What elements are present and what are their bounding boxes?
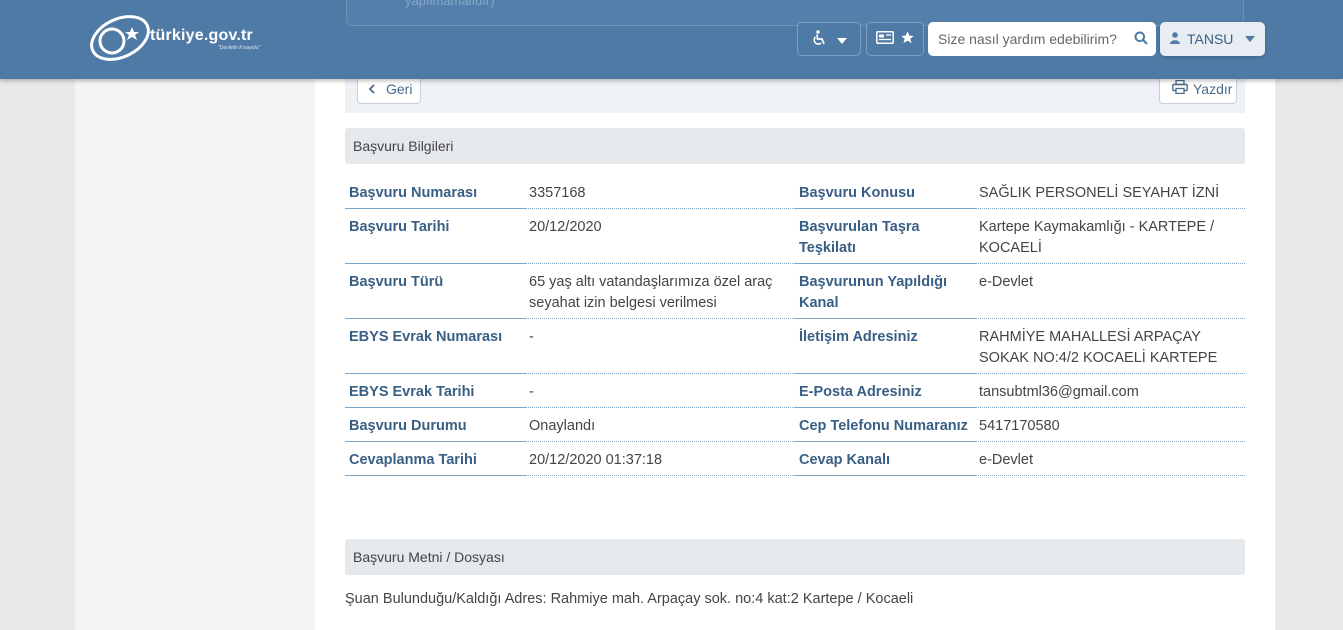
row-value: 5417170580 — [975, 408, 1245, 442]
row-label: Cevaplanma Tarihi — [345, 442, 525, 476]
section-header-info: Başvuru Bilgileri — [345, 128, 1245, 164]
row-value: - — [525, 319, 795, 374]
row-value: tansubtml36@gmail.com — [975, 374, 1245, 408]
application-info-table: Başvuru Numarası 3357168 Başvuru Konusu … — [345, 175, 1245, 476]
row-label: Cep Telefonu Numaranız — [795, 408, 975, 442]
row-label: EBYS Evrak Tarihi — [345, 374, 525, 408]
row-value: Onaylandı — [525, 408, 795, 442]
section-header-text: Başvuru Metni / Dosyası — [345, 539, 1245, 575]
row-label: Başvuru Tarihi — [345, 209, 525, 264]
row-value: Kartepe Kaymakamlığı - KARTEPE / KOCAELİ — [975, 209, 1245, 264]
row-label: Başvuru Numarası — [345, 175, 525, 209]
row-label: Başvuru Durumu — [345, 408, 525, 442]
row-value: e-Devlet — [975, 264, 1245, 319]
scrolled-card-text: yapılmamalıdır) — [405, 0, 495, 8]
row-label: E-Posta Adresiniz — [795, 374, 975, 408]
row-value: 20/12/2020 01:37:18 — [525, 442, 795, 476]
print-icon — [1172, 79, 1188, 97]
id-card-icon — [875, 31, 894, 47]
table-row: Başvuru Türü 65 yaş altı vatandaşlarımız… — [345, 264, 1245, 319]
site-logo[interactable]: türkiye.gov.tr "Devletin Kısayolu" — [88, 14, 298, 64]
application-text: Şuan Bulunduğu/Kaldığı Adres: Rahmiye ma… — [345, 591, 914, 607]
row-value: 3357168 — [525, 175, 795, 209]
search-icon[interactable] — [1134, 31, 1148, 48]
user-name: TANSU — [1187, 31, 1234, 47]
table-row: Cevaplanma Tarihi 20/12/2020 01:37:18 Ce… — [345, 442, 1245, 476]
table-row: Başvuru Tarihi 20/12/2020 Başvurulan Taş… — [345, 209, 1245, 264]
table-row: EBYS Evrak Tarihi - E-Posta Adresiniz ta… — [345, 374, 1245, 408]
top-header: yapılmamalıdır) türkiye.gov.tr "Devletin… — [0, 0, 1343, 79]
search-input[interactable] — [938, 31, 1134, 47]
logo-text: türkiye.gov.tr — [150, 27, 253, 44]
chevron-left-icon — [368, 81, 376, 97]
table-row: EBYS Evrak Numarası - İletişim Adresiniz… — [345, 319, 1245, 374]
logo-subtitle: "Devletin Kısayolu" — [218, 45, 261, 51]
row-label: Başvuru Konusu — [795, 175, 975, 209]
row-value: - — [525, 374, 795, 408]
row-label: Başvurulan Taşra Teşkilatı — [795, 209, 975, 264]
section-title-info: Başvuru Bilgileri — [353, 138, 454, 154]
row-label: İletişim Adresiniz — [795, 319, 975, 374]
action-bar: Geri Yazdır — [345, 73, 1245, 113]
section-title-text: Başvuru Metni / Dosyası — [353, 549, 505, 565]
back-label: Geri — [386, 80, 413, 97]
row-value: 65 yaş altı vatandaşlarımıza özel araç s… — [525, 264, 795, 319]
page-background — [1275, 79, 1343, 630]
accessibility-button[interactable] — [797, 22, 861, 56]
row-value: 20/12/2020 — [525, 209, 795, 264]
user-menu-button[interactable]: TANSU — [1160, 22, 1265, 56]
left-sidebar — [75, 79, 315, 630]
search-box[interactable] — [928, 22, 1156, 56]
print-label: Yazdır — [1193, 80, 1233, 97]
favorites-button[interactable] — [866, 22, 924, 56]
row-value: e-Devlet — [975, 442, 1245, 476]
table-row: Başvuru Durumu Onaylandı Cep Telefonu Nu… — [345, 408, 1245, 442]
row-value: SAĞLIK PERSONELİ SEYAHAT İZNİ — [975, 175, 1245, 209]
row-label: Başvuru Türü — [345, 264, 525, 319]
wheelchair-icon — [811, 29, 827, 49]
row-value: RAHMİYE MAHALLESİ ARPAÇAY SOKAK NO:4/2 K… — [975, 319, 1245, 374]
row-label: Cevap Kanalı — [795, 442, 975, 476]
row-label: Başvurunun Yapıldığı Kanal — [795, 264, 975, 319]
row-label: EBYS Evrak Numarası — [345, 319, 525, 374]
table-row: Başvuru Numarası 3357168 Başvuru Konusu … — [345, 175, 1245, 209]
caret-down-icon — [837, 31, 847, 47]
main-content: Geri Yazdır Başvuru Bilgileri Başvuru Nu… — [315, 73, 1275, 630]
star-icon — [900, 30, 915, 48]
user-icon — [1170, 31, 1180, 47]
caret-down-icon — [1245, 34, 1255, 45]
crescent-star-logo-icon — [90, 15, 150, 61]
